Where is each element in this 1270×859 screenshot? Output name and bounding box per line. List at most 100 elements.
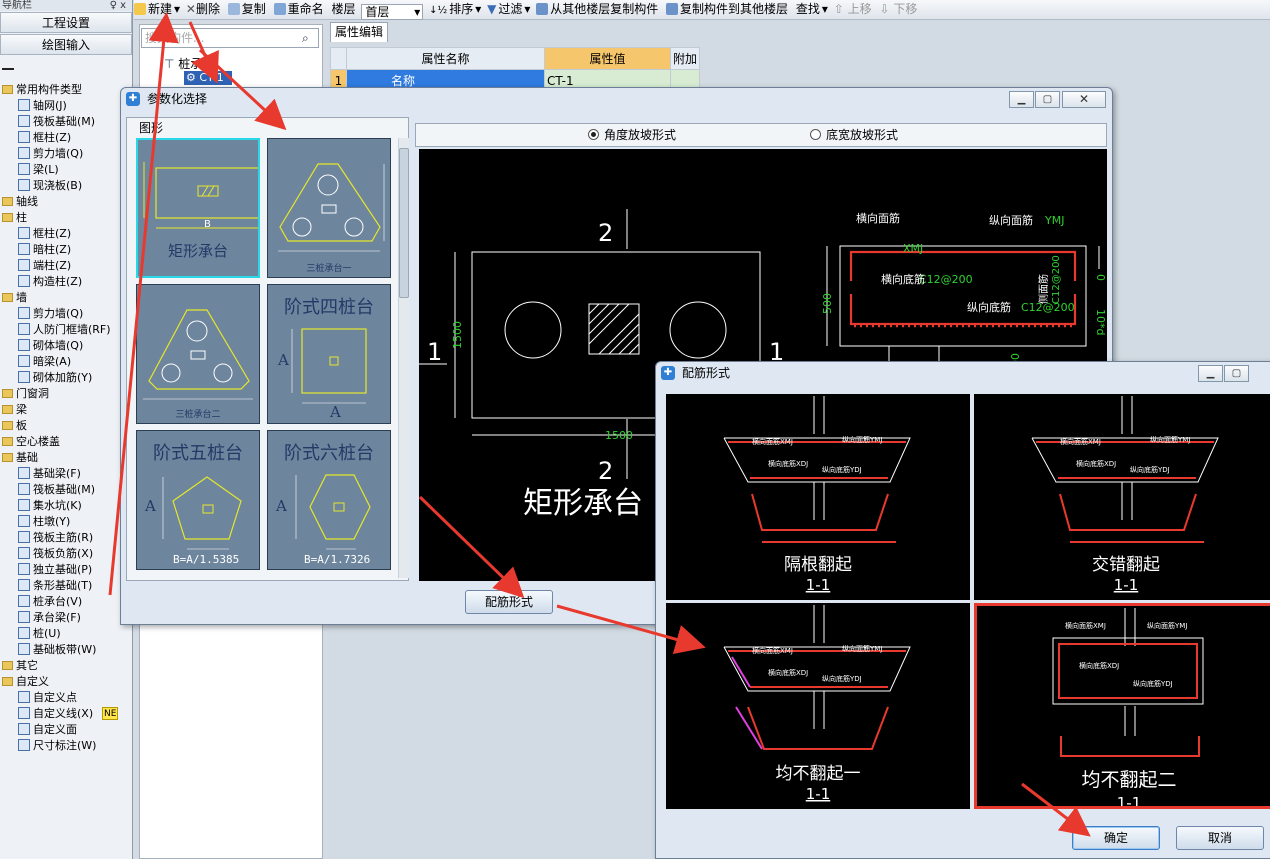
delete-button[interactable]: ✕删除 xyxy=(186,0,222,18)
shape-stepped-five-pile-cap[interactable]: 阶式五桩台 A B=A/1.5385 xyxy=(136,430,260,570)
radio-angle-slope[interactable]: 角度放坡形式 xyxy=(588,124,676,146)
tree-item[interactable]: 砌体加筋(Y) xyxy=(0,370,132,386)
tree-folder[interactable]: 柱 xyxy=(0,210,132,226)
rebar-form-button[interactable]: 配筋形式 xyxy=(465,590,553,614)
tree-folder[interactable]: 空心楼盖 xyxy=(0,434,132,450)
tree-item[interactable]: 砌体墙(Q) xyxy=(0,338,132,354)
search-input[interactable]: 搜索构件... xyxy=(141,28,319,48)
minimize-button[interactable]: ▁ xyxy=(1009,91,1034,108)
tree-item[interactable]: 基础板带(W) xyxy=(0,642,132,658)
component-icon xyxy=(18,371,30,383)
maximize-button[interactable]: ▢ xyxy=(1224,365,1249,382)
tree-item[interactable]: 自定义点 xyxy=(0,690,132,706)
tree-item[interactable]: 筏板负筋(X) xyxy=(0,546,132,562)
move-down-button[interactable]: ⇩ 下移 xyxy=(879,0,919,18)
filter-button[interactable]: ▼ 过滤 ▾ xyxy=(487,0,530,18)
rename-button[interactable]: 重命名 xyxy=(273,0,326,18)
collapse-icon[interactable] xyxy=(2,68,14,70)
tree-folder[interactable]: 自定义 xyxy=(0,674,132,690)
tree-item[interactable]: 自定义线(X) NE xyxy=(0,706,132,722)
tree-item[interactable]: 轴网(J) xyxy=(0,98,132,114)
tree-item[interactable]: 剪力墙(Q) xyxy=(0,146,132,162)
rebar-option-3[interactable]: 横向面筋XMJ 纵向面筋YMJ 横向底筋XDJ 纵向底筋YDJ 均不翻起一 1-… xyxy=(666,603,970,809)
tree-item[interactable]: 条形基础(T) xyxy=(0,578,132,594)
section-2-bottom: 2 xyxy=(598,457,613,485)
tree-item[interactable]: 基础梁(F) xyxy=(0,466,132,482)
drawing-input-button[interactable]: 绘图输入 xyxy=(0,34,132,55)
find-button[interactable]: 查找 ▾ xyxy=(796,0,828,18)
radio-width-slope[interactable]: 底宽放坡形式 xyxy=(810,124,898,146)
tree-item[interactable]: 人防门框墙(RF) xyxy=(0,322,132,338)
tree-folder[interactable]: 基础 xyxy=(0,450,132,466)
tree-item[interactable]: 框柱(Z) xyxy=(0,130,132,146)
maximize-button[interactable]: ▢ xyxy=(1035,91,1060,108)
shape-three-pile-cap-2[interactable]: 三桩承台二 xyxy=(136,284,260,424)
tree-folder[interactable]: 轴线 xyxy=(0,194,132,210)
nav-pin-close[interactable]: ♀ x xyxy=(110,0,126,11)
tree-item[interactable]: 自定义面 xyxy=(0,722,132,738)
copy-to-floor-button[interactable]: 复制构件到其他楼层 xyxy=(666,0,790,18)
tree-folder[interactable]: 板 xyxy=(0,418,132,434)
tree-label: 其它 xyxy=(16,659,38,672)
search-icon[interactable]: ⌕ xyxy=(302,31,309,46)
tree-folder[interactable]: 墙 xyxy=(0,290,132,306)
svg-text:纵向底筋YDJ: 纵向底筋YDJ xyxy=(822,465,862,474)
rebar-option-1[interactable]: 横向面筋XMJ 纵向面筋YMJ 横向底筋XDJ 纵向底筋YDJ 隔根翻起 1-1 xyxy=(666,394,970,600)
shape-rect-cap[interactable]: B 矩形承台 xyxy=(136,138,260,278)
tree-item[interactable]: 桩(U) xyxy=(0,626,132,642)
tree-folder[interactable]: 梁 xyxy=(0,402,132,418)
rebar-option-2[interactable]: 横向面筋XMJ 纵向面筋YMJ 横向底筋XDJ 纵向底筋YDJ 交错翻起 1-1 xyxy=(974,394,1270,600)
project-settings-button[interactable]: 工程设置 xyxy=(0,12,132,33)
tree-item[interactable]: 筏板基础(M) xyxy=(0,482,132,498)
svg-text:横向底筋XDJ: 横向底筋XDJ xyxy=(1079,661,1119,670)
copy-from-floor-button[interactable]: 从其他楼层复制构件 xyxy=(536,0,660,18)
tree-item[interactable]: 集水坑(K) xyxy=(0,498,132,514)
sort-button[interactable]: ↓½ 排序 ▾ xyxy=(429,0,481,20)
move-up-button[interactable]: ⇧ 上移 xyxy=(834,0,874,18)
tree-item[interactable]: 构造柱(Z) xyxy=(0,274,132,290)
folder-icon xyxy=(2,293,13,302)
tree-item[interactable]: 梁(L) xyxy=(0,162,132,178)
shape-group: 图形 B 矩形承台 三桩承台一 三桩承台二 阶式四桩台 A A 阶式五桩台 A … xyxy=(126,117,409,581)
copy-button[interactable]: 复制 xyxy=(227,0,268,18)
cancel-button[interactable]: 取消 xyxy=(1176,826,1264,850)
tree-item[interactable]: 剪力墙(Q) xyxy=(0,306,132,322)
dim-top-h-code: XMJ xyxy=(903,242,923,255)
floor-select[interactable]: 首层 ▾ xyxy=(361,4,424,20)
shape-scrollbar[interactable] xyxy=(398,138,409,578)
tree-item[interactable]: 承台梁(F) xyxy=(0,610,132,626)
folder-icon xyxy=(2,453,13,462)
close-button[interactable]: ✕ xyxy=(1062,91,1106,108)
dim-10d: 10*d xyxy=(1094,309,1107,335)
shape-stepped-six-pile-cap[interactable]: 阶式六桩台 A B=A/1.7326 xyxy=(267,430,391,570)
tree-item[interactable]: 现浇板(B) xyxy=(0,178,132,194)
tree-folder[interactable]: 常用构件类型 xyxy=(0,82,132,98)
new-button[interactable]: 新建 ▾ xyxy=(134,0,180,18)
tree-label: 承台梁(F) xyxy=(33,611,81,624)
tree-item[interactable]: 暗梁(A) xyxy=(0,354,132,370)
tree-item[interactable]: 柱墩(Y) xyxy=(0,514,132,530)
scrollbar-thumb[interactable] xyxy=(399,148,409,298)
tab-attribute-edit[interactable]: 属性编辑 xyxy=(330,22,388,42)
tree-item[interactable]: 暗柱(Z) xyxy=(0,242,132,258)
rebar-option-4[interactable]: 横向面筋XMJ 纵向面筋YMJ 横向底筋XDJ 纵向底筋YDJ 均不翻起二 1-… xyxy=(974,603,1270,809)
ok-button[interactable]: 确定 xyxy=(1072,826,1160,850)
tree-root-pile-cap[interactable]: ⊤ 桩承台 xyxy=(164,55,214,72)
tree-label: 基础板带(W) xyxy=(33,643,97,656)
tree-item[interactable]: 尺寸标注(W) xyxy=(0,738,132,754)
tree-folder[interactable]: 门窗洞 xyxy=(0,386,132,402)
minimize-button[interactable]: ▁ xyxy=(1198,365,1223,382)
tree-item[interactable]: 端柱(Z) xyxy=(0,258,132,274)
tree-folder[interactable]: 其它 xyxy=(0,658,132,674)
tree-item[interactable]: 框柱(Z) xyxy=(0,226,132,242)
shape-stepped-four-pile-cap[interactable]: 阶式四桩台 A A xyxy=(267,284,391,424)
tree-item[interactable]: 筏板基础(M) xyxy=(0,114,132,130)
tree-item[interactable]: 独立基础(P) xyxy=(0,562,132,578)
option-label: 交错翻起 xyxy=(1092,555,1160,575)
tree-item[interactable]: 桩承台(V) xyxy=(0,594,132,610)
shape-three-pile-cap-1[interactable]: 三桩承台一 xyxy=(267,138,391,278)
formula-label: B=A/1.7326 xyxy=(304,553,371,566)
tree-item-ct1[interactable]: ⚙ CT-1 xyxy=(184,71,232,85)
tree-item[interactable]: 筏板主筋(R) xyxy=(0,530,132,546)
component-icon xyxy=(18,147,30,159)
